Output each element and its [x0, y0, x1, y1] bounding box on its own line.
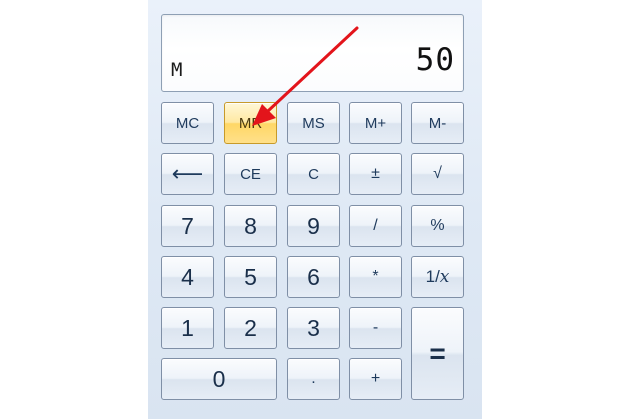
plus-button[interactable]: +	[349, 358, 402, 400]
calculator-window: M 50 MC MR MS M+ M- ⟵ CE C ± √ 7 8 9 / %…	[0, 0, 630, 419]
six-button[interactable]: 6	[287, 256, 340, 298]
backspace-button[interactable]: ⟵	[161, 153, 214, 195]
c-button[interactable]: C	[287, 153, 340, 195]
plus-minus-button[interactable]: ±	[349, 153, 402, 195]
reciprocal-variable: x	[439, 267, 450, 287]
zero-button[interactable]: 0	[161, 358, 277, 400]
mc-button[interactable]: MC	[161, 102, 214, 144]
seven-button[interactable]: 7	[161, 205, 214, 247]
display-value: 50	[415, 42, 455, 78]
square-root-button[interactable]: √	[411, 153, 464, 195]
backspace-arrow-icon: ⟵	[171, 161, 204, 186]
multiply-button[interactable]: *	[349, 256, 402, 298]
divide-button[interactable]: /	[349, 205, 402, 247]
equals-button[interactable]: =	[411, 307, 464, 400]
ms-button[interactable]: MS	[287, 102, 340, 144]
display-panel: M 50	[161, 14, 464, 92]
eight-button[interactable]: 8	[224, 205, 277, 247]
four-button[interactable]: 4	[161, 256, 214, 298]
one-button[interactable]: 1	[161, 307, 214, 349]
decimal-button[interactable]: .	[287, 358, 340, 400]
reciprocal-prefix: 1/	[425, 267, 440, 286]
ce-button[interactable]: CE	[224, 153, 277, 195]
three-button[interactable]: 3	[287, 307, 340, 349]
memory-indicator: M	[171, 59, 183, 81]
m-minus-button[interactable]: M-	[411, 102, 464, 144]
nine-button[interactable]: 9	[287, 205, 340, 247]
m-plus-button[interactable]: M+	[349, 102, 402, 144]
reciprocal-button[interactable]: 1/x	[411, 256, 464, 298]
percent-button[interactable]: %	[411, 205, 464, 247]
mr-button[interactable]: MR	[224, 102, 277, 144]
minus-button[interactable]: -	[349, 307, 402, 349]
five-button[interactable]: 5	[224, 256, 277, 298]
two-button[interactable]: 2	[224, 307, 277, 349]
